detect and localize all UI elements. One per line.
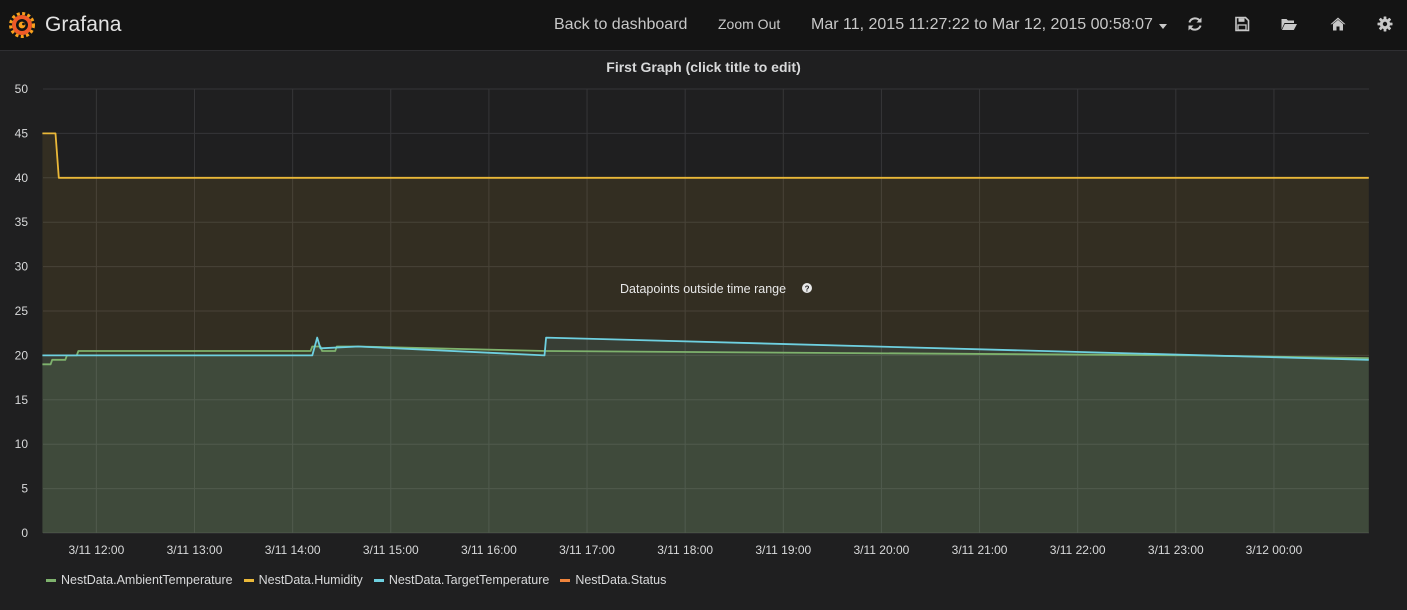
y-tick-label: 20 [15,348,29,362]
x-tick-label: 3/11 18:00 [657,543,713,557]
x-tick-label: 3/11 12:00 [68,543,124,557]
svg-text:?: ? [805,285,810,294]
legend-swatch [560,578,571,582]
x-tick-label: 3/11 22:00 [1050,543,1106,557]
brand-name: Grafana [45,13,122,36]
home-button[interactable] [1329,15,1347,33]
series-line-humidity[interactable] [42,132,1369,179]
refresh-button[interactable] [1186,15,1204,33]
open-dashboard-button[interactable] [1280,15,1298,33]
x-tick-label: 3/11 15:00 [363,543,419,557]
time-range-label: Mar 11, 2015 11:27:22 to Mar 12, 2015 00… [811,16,1153,33]
y-tick-label: 50 [15,82,29,96]
settings-button[interactable] [1376,15,1394,33]
x-tick-label: 3/11 13:00 [167,543,223,557]
y-tick-label: 35 [15,215,29,229]
save-icon [1235,16,1250,32]
legend-swatch [373,578,384,582]
home-icon [1330,17,1346,31]
y-tick-label: 15 [15,393,29,407]
folder-open-icon [1281,19,1297,30]
time-range-picker[interactable]: Mar 11, 2015 11:27:22 to Mar 12, 2015 00… [811,16,1167,34]
x-tick-label: 3/11 21:00 [952,543,1008,557]
save-dashboard-button[interactable] [1233,15,1251,33]
zoom-out-button[interactable]: Zoom Out [718,16,780,32]
x-tick-label: 3/11 23:00 [1148,543,1204,557]
x-tick-label: 3/11 14:00 [265,543,321,557]
panel-title[interactable]: First Graph (click title to edit) [0,59,1407,75]
legend-item[interactable]: NestData.Status [560,573,666,587]
y-tick-label: 30 [15,260,29,274]
y-tick-label: 10 [15,437,29,451]
y-tick-label: 40 [15,171,29,185]
legend-label: NestData.AmbientTemperature [61,573,233,587]
legend-swatch [46,578,56,582]
graph-legend: NestData.AmbientTemperature NestData.Humi… [46,571,677,589]
legend-label: NestData.TargetTemperature [388,573,550,587]
y-tick-label: 25 [15,304,29,318]
series-area-targettemperature [42,337,1369,533]
x-tick-label: 3/11 20:00 [854,543,910,557]
legend-swatch [243,578,254,582]
graph-panel: 0 5 10 15 20 25 30 35 40 45 50 3/11 12:00 3/11 13:0… [0,52,1407,610]
back-to-dashboard-link[interactable]: Back to dashboard [554,16,687,34]
datapoints-outside-range-text: Datapoints outside time range [620,282,786,296]
brand[interactable]: Grafana [8,9,122,41]
legend-label: NestData.Status [575,573,667,587]
legend-item[interactable]: NestData.TargetTemperature [373,573,550,587]
chevron-down-icon [1158,23,1167,29]
legend-item[interactable]: NestData.Humidity [243,573,363,587]
datapoints-notice[interactable]: Datapoints outside time range ? [620,282,812,296]
x-tick-label: 3/11 19:00 [755,543,811,557]
legend-item[interactable]: NestData.AmbientTemperature [46,573,233,587]
y-tick-label: 0 [21,526,28,540]
top-navbar: Grafana Back to dashboard Zoom Out Mar 1… [0,0,1407,51]
refresh-icon [1188,17,1202,31]
grafana-logo-icon [9,12,35,38]
legend-label: NestData.Humidity [258,573,363,587]
y-tick-label: 45 [15,126,29,140]
gear-icon [1377,16,1393,32]
x-tick-label: 3/11 16:00 [461,543,517,557]
x-tick-label: 3/12 00:00 [1246,543,1303,557]
x-tick-label: 3/11 17:00 [559,543,615,557]
graph-chart: 0 5 10 15 20 25 30 35 40 45 50 3/11 12:00 3/11 13:0… [15,82,1369,557]
y-tick-label: 5 [21,482,28,496]
